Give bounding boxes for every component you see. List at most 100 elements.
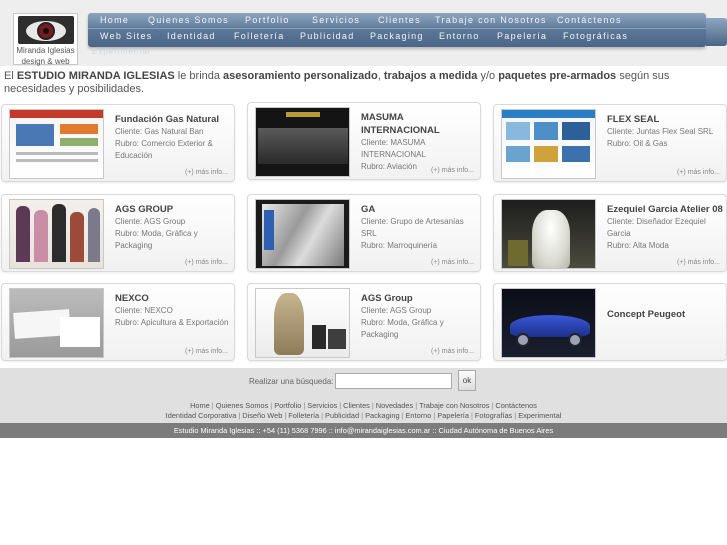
header: Miranda Iglesias design & web Home Quien…: [0, 0, 727, 66]
footer-link[interactable]: Servicios: [307, 401, 337, 410]
card-title[interactable]: MASUMA INTERNACIONAL: [361, 111, 477, 137]
footer-link[interactable]: Clientes: [343, 401, 370, 410]
project-thumbnail[interactable]: [501, 288, 596, 358]
menu-row-services: Web Sites Identidad Folletería Publicida…: [100, 29, 629, 44]
card-sector: Rubro: Apicultura & Exportación: [115, 318, 229, 327]
card-title[interactable]: AGS Group: [361, 292, 477, 305]
more-info-link[interactable]: (+) más info...: [185, 259, 228, 266]
menu-clientes[interactable]: Clientes: [378, 13, 435, 28]
menu-web-sites[interactable]: Web Sites: [100, 29, 167, 44]
search-bar: Realizar una búsqueda: ok: [0, 368, 727, 396]
menu-papeleria[interactable]: Papelería: [497, 29, 563, 44]
card-client: Cliente: Diseñador Ezequiel Garcia: [607, 217, 706, 238]
card-sector: Rubro: Comercio Exterior & Educación: [115, 139, 213, 160]
footer-link[interactable]: Trabaje con Nosotros: [419, 401, 489, 410]
portfolio-card[interactable]: MASUMA INTERNACIONAL Cliente: MASUMA INT…: [247, 102, 481, 180]
project-thumbnail[interactable]: [255, 199, 350, 269]
card-client: Cliente: Gas Natural Ban: [115, 127, 204, 136]
portfolio-card[interactable]: Ezequiel Garcia Atelier 08 Cliente: Dise…: [493, 194, 727, 272]
footer-link[interactable]: Experimental: [518, 411, 561, 420]
footer-link[interactable]: Identidad Corporativa: [166, 411, 237, 420]
card-info: AGS GROUP Cliente: AGS Group Rubro: Moda…: [115, 203, 231, 252]
footer-link[interactable]: Diseño Web: [242, 411, 282, 420]
menu-tail: [706, 18, 727, 46]
card-info: AGS Group Cliente: AGS Group Rubro: Moda…: [361, 292, 477, 341]
more-info-link[interactable]: (+) más info...: [431, 348, 474, 355]
card-client: Cliente: AGS Group: [115, 217, 186, 226]
card-client: Cliente: Grupo de Artesanías SRL: [361, 217, 464, 238]
search-ok-button[interactable]: ok: [458, 370, 476, 391]
menu-identidad[interactable]: Identidad: [167, 29, 234, 44]
project-thumbnail[interactable]: [9, 288, 104, 358]
footer-link[interactable]: Novedades: [376, 401, 413, 410]
footer-link[interactable]: Contáctenos: [495, 401, 537, 410]
more-info-link[interactable]: (+) más info...: [677, 259, 720, 266]
card-info: NEXCO Cliente: NEXCO Rubro: Apicultura &…: [115, 292, 231, 329]
card-info: FLEX SEAL Cliente: Juntas Flex Seal SRL …: [607, 113, 723, 150]
card-title[interactable]: NEXCO: [115, 292, 231, 305]
portfolio-card[interactable]: AGS GROUP Cliente: AGS Group Rubro: Moda…: [1, 194, 235, 272]
project-thumbnail[interactable]: [501, 199, 596, 269]
portfolio-card[interactable]: AGS Group Cliente: AGS Group Rubro: Moda…: [247, 283, 481, 361]
menu-home[interactable]: Home: [100, 13, 148, 28]
card-title[interactable]: GA: [361, 203, 477, 216]
card-sector: Rubro: Moda, Gráfica y Packaging: [361, 318, 444, 339]
card-title[interactable]: AGS GROUP: [115, 203, 231, 216]
portfolio-card[interactable]: Fundación Gas Natural Cliente: Gas Natur…: [1, 104, 235, 182]
menu-row-main: Home Quienes Somos Portfolio Servicios C…: [100, 13, 627, 28]
portfolio-card[interactable]: Concept Peugeot: [493, 283, 727, 361]
project-thumbnail[interactable]: [9, 199, 104, 269]
more-info-link[interactable]: (+) más info...: [185, 348, 228, 355]
intro-text: El ESTUDIO MIRANDA IGLESIAS le brinda as…: [4, 70, 670, 95]
portfolio-card[interactable]: FLEX SEAL Cliente: Juntas Flex Seal SRL …: [493, 104, 727, 182]
card-sector: Rubro: Alta Moda: [607, 241, 669, 250]
footer-row-services: Identidad Corporativa | Diseño Web | Follete…: [165, 411, 562, 420]
menu-servicios[interactable]: Servicios: [312, 13, 378, 28]
card-title[interactable]: Ezequiel Garcia Atelier 08: [607, 203, 723, 216]
card-sector: Rubro: Oil & Gas: [607, 139, 668, 148]
footer-link[interactable]: Fotografías: [475, 411, 512, 420]
card-title[interactable]: FLEX SEAL: [607, 113, 723, 126]
portfolio-card[interactable]: NEXCO Cliente: NEXCO Rubro: Apicultura &…: [1, 283, 235, 361]
main-menu: Home Quienes Somos Portfolio Servicios C…: [88, 13, 706, 56]
footer-links: Home | Quienes Somos | Portfolio | Servicios | C…: [0, 396, 727, 423]
card-title[interactable]: Concept Peugeot: [607, 308, 723, 321]
footer-link[interactable]: Home: [190, 401, 210, 410]
project-thumbnail[interactable]: [501, 109, 596, 179]
more-info-link[interactable]: (+) más info...: [185, 169, 228, 176]
card-title[interactable]: Fundación Gas Natural: [115, 113, 231, 126]
more-info-link[interactable]: (+) más info...: [431, 167, 474, 174]
logo[interactable]: Miranda Iglesias design & web: [13, 13, 78, 66]
project-thumbnail[interactable]: [255, 288, 350, 358]
logo-line-2: design & web: [21, 57, 70, 66]
menu-quienes-somos[interactable]: Quienes Somos: [148, 13, 245, 28]
footer-link[interactable]: Folletería: [288, 411, 319, 420]
menu-trabaje-con-nosotros[interactable]: Trabaje con Nosotros: [435, 13, 557, 28]
search-label: Realizar una búsqueda:: [249, 377, 334, 386]
portfolio-card[interactable]: GA Cliente: Grupo de Artesanías SRL Rubr…: [247, 194, 481, 272]
footer-contact: Estudio Miranda Iglesias :: +54 (11) 536…: [0, 423, 727, 438]
card-info: MASUMA INTERNACIONAL Cliente: MASUMA INT…: [361, 111, 477, 173]
footer-link[interactable]: Quienes Somos: [216, 401, 269, 410]
menu-portfolio[interactable]: Portfolio: [245, 13, 312, 28]
card-info: Ezequiel Garcia Atelier 08 Cliente: Dise…: [607, 203, 723, 252]
menu-entorno[interactable]: Entorno: [439, 29, 497, 44]
more-info-link[interactable]: (+) más info...: [431, 259, 474, 266]
menu-publicidad[interactable]: Publicidad: [300, 29, 370, 44]
card-client: Cliente: AGS Group: [361, 306, 432, 315]
footer-link[interactable]: Publicidad: [325, 411, 359, 420]
footer-link[interactable]: Papelería: [437, 411, 469, 420]
project-thumbnail[interactable]: [9, 109, 104, 179]
footer-link[interactable]: Entorno: [406, 411, 432, 420]
menu-packaging[interactable]: Packaging: [370, 29, 439, 44]
footer-link[interactable]: Portfolio: [274, 401, 301, 410]
menu-contactenos[interactable]: Contáctenos: [557, 13, 627, 28]
card-sector: Rubro: Marroquinería: [361, 241, 438, 250]
search-input[interactable]: [335, 373, 452, 389]
menu-experimental[interactable]: Experimental: [92, 47, 151, 56]
more-info-link[interactable]: (+) más info...: [677, 169, 720, 176]
project-thumbnail[interactable]: [255, 107, 350, 177]
footer-link[interactable]: Packaging: [365, 411, 400, 420]
menu-folleteria[interactable]: Folletería: [234, 29, 300, 44]
menu-fotograficas[interactable]: Fotográficas: [563, 29, 629, 44]
